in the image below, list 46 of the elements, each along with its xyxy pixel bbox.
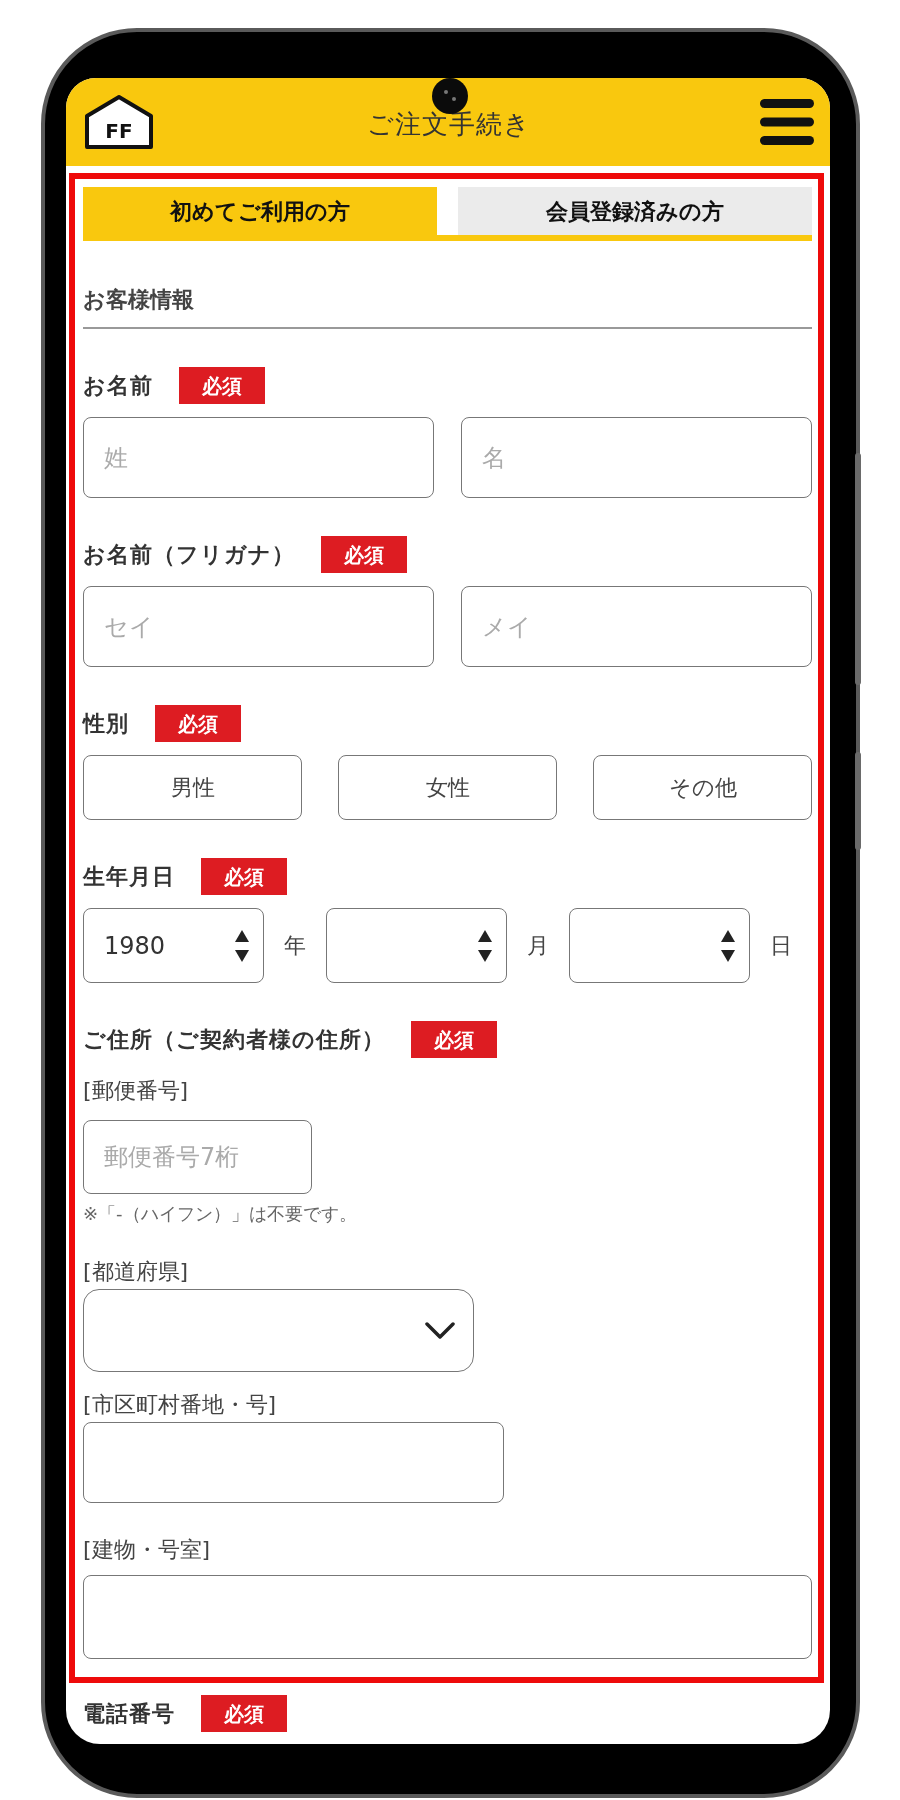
up-down-arrows-icon (235, 929, 249, 962)
text-input[interactable]: 姓 (83, 417, 434, 498)
tab[interactable]: 会員登録済みの方 (458, 187, 812, 235)
date-select[interactable]: 1980 (83, 908, 264, 983)
text-input[interactable]: 郵便番号7桁 (83, 1120, 312, 1194)
home-logo-link[interactable]: FF (84, 94, 154, 150)
hint-text: ※「-（ハイフン）」は不要です。 (83, 1203, 357, 1224)
text-input[interactable]: メイ (461, 586, 812, 667)
required-badge: 必須 (179, 367, 265, 404)
option-button[interactable]: その他 (593, 755, 812, 820)
menu-button[interactable] (760, 99, 814, 145)
option-button[interactable]: 女性 (338, 755, 557, 820)
text-input[interactable]: 名 (461, 417, 812, 498)
field-label: [建物・号室] (83, 1537, 211, 1562)
required-badge: 必須 (411, 1021, 497, 1058)
field-label: [郵便番号] (83, 1078, 189, 1103)
text-input[interactable] (83, 1575, 812, 1659)
house-icon (84, 94, 154, 150)
field-label: ご住所（ご契約者様の住所） (83, 1025, 385, 1054)
unit-label: 年 (284, 932, 307, 960)
field-label: 生年月日 (83, 862, 175, 891)
field-label: 電話番号 (83, 1699, 175, 1728)
required-badge: 必須 (201, 858, 287, 895)
unit-label: 日 (770, 932, 793, 960)
field-label: 性別 (83, 709, 129, 738)
field-label: お名前（フリガナ） (83, 540, 295, 569)
page-title: ご注文手続き (367, 108, 531, 141)
section-title: お客様情報 (83, 287, 194, 312)
up-down-arrows-icon (478, 929, 492, 962)
unit-label: 月 (527, 932, 550, 960)
required-badge: 必須 (321, 536, 407, 573)
field-label: [都道府県] (83, 1259, 189, 1284)
required-badge: 必須 (155, 705, 241, 742)
field-label: お名前 (83, 371, 153, 400)
required-badge: 必須 (201, 1695, 287, 1732)
text-input[interactable] (83, 1422, 504, 1503)
up-down-arrows-icon (721, 929, 735, 962)
tab[interactable]: 初めてご利用の方 (83, 187, 437, 235)
field-label: [市区町村番地・号] (83, 1392, 277, 1417)
text-input[interactable]: セイ (83, 586, 434, 667)
chevron-down-icon (425, 1321, 455, 1340)
date-select[interactable] (569, 908, 750, 983)
option-button[interactable]: 男性 (83, 755, 302, 820)
menu-icon (760, 99, 814, 145)
date-select[interactable] (326, 908, 507, 983)
dropdown-field[interactable] (83, 1289, 474, 1372)
